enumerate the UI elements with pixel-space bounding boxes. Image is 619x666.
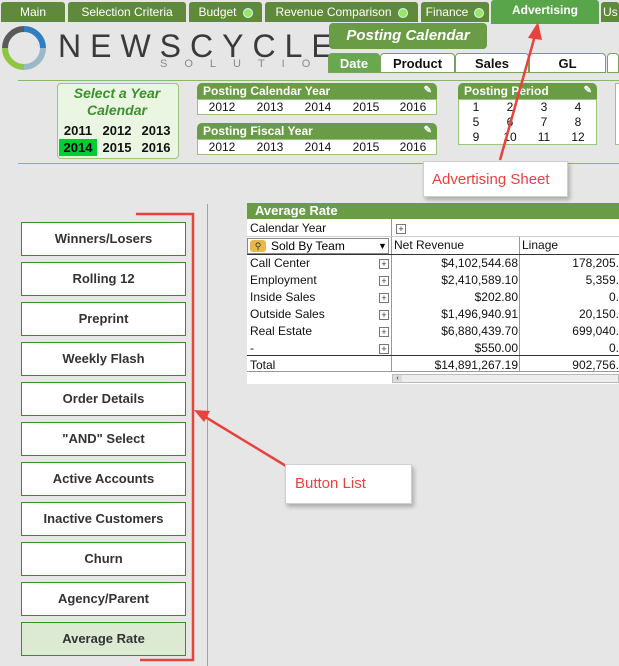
year-option[interactable]: 2015	[98, 139, 136, 156]
net-revenue-value: $4,102,544.68	[441, 256, 518, 270]
period-option[interactable]: 4	[561, 100, 595, 115]
listbox-title: Posting Calendar Year	[203, 84, 331, 98]
tab-label: Budget	[198, 5, 237, 19]
row-dimension-label: Sold By Team	[271, 239, 345, 253]
team-name: -	[250, 341, 254, 355]
net-revenue-value: $550.00	[474, 341, 518, 355]
fiscal-year-option[interactable]: 2014	[294, 140, 342, 155]
calendar-year-option[interactable]: 2015	[342, 100, 390, 115]
tab-label: Revenue Comparison	[275, 5, 392, 19]
linage-value: 178,205.	[572, 256, 619, 270]
eraser-icon[interactable]: ✎	[424, 123, 432, 139]
calendar-year-option[interactable]: 2014	[294, 100, 342, 115]
tab-budget[interactable]: Budget	[189, 2, 262, 22]
status-dot-icon	[474, 7, 485, 18]
listbox-title: Posting Fiscal Year	[203, 124, 313, 138]
subtab-label: Product	[392, 56, 443, 71]
newscycle-logo-icon	[2, 26, 46, 70]
tab-label: Advertising	[511, 3, 578, 17]
annotation-arrow-icon	[498, 22, 542, 161]
period-option[interactable]: 12	[561, 130, 595, 145]
posting-fiscal-year-listbox: 2012 2013 2014 2015 2016	[197, 139, 437, 155]
expand-plus-icon[interactable]: +	[379, 310, 389, 320]
calendar-year-option[interactable]: 2016	[390, 100, 436, 115]
total-net-revenue: $14,891,267.19	[434, 358, 518, 372]
tab-label: Selection Criteria	[81, 5, 173, 19]
listbox-edge	[615, 83, 619, 145]
posting-fiscal-year-header: Posting Fiscal Year ✎	[197, 123, 437, 139]
annotation-button-list: Button List	[285, 464, 412, 504]
sheet-title: Posting Calendar	[329, 23, 487, 49]
net-revenue-value: $2,410,589.10	[441, 273, 518, 287]
year-option[interactable]: 2013	[137, 122, 175, 139]
expand-plus-icon[interactable]: +	[379, 327, 389, 337]
search-icon[interactable]: ⚲	[250, 240, 266, 252]
calendar-year-option[interactable]: 2013	[246, 100, 294, 115]
period-option[interactable]: 1	[459, 100, 493, 115]
expand-plus-icon[interactable]: +	[379, 293, 389, 303]
eraser-icon[interactable]: ✎	[424, 83, 432, 99]
year-option-selected[interactable]: 2014	[59, 139, 97, 156]
year-option[interactable]: 2011	[59, 122, 97, 139]
net-revenue-value: $202.80	[474, 290, 518, 304]
tab-revenue-comparison[interactable]: Revenue Comparison	[265, 2, 418, 22]
scroll-left-icon[interactable]: ‹	[393, 375, 402, 382]
expand-plus-icon[interactable]: +	[379, 344, 389, 354]
eraser-icon[interactable]: ✎	[584, 83, 592, 99]
subtab-label: Date	[339, 56, 369, 71]
tab-label: Finance	[425, 5, 469, 19]
tab-finance[interactable]: Finance	[421, 2, 489, 22]
total-label: Total	[250, 358, 276, 372]
team-name: Outside Sales	[250, 307, 325, 321]
linage-value: 20,150.	[578, 307, 619, 321]
subtab-date[interactable]: Date	[328, 53, 380, 73]
status-dot-icon	[242, 7, 253, 18]
subtab-label: GL	[558, 56, 577, 71]
row-dimension-dropdown[interactable]: ⚲ Sold By Team ▼	[247, 238, 389, 254]
column-header-linage[interactable]: Linage	[522, 237, 619, 254]
horizontal-scrollbar[interactable]: ‹	[392, 374, 619, 383]
fiscal-year-option[interactable]: 2015	[342, 140, 390, 155]
tab-main[interactable]: Main	[1, 2, 65, 22]
table-title: Average Rate	[247, 203, 619, 219]
year-select-title: Select a Year Calendar	[73, 85, 161, 118]
calendar-year-option[interactable]: 2012	[198, 100, 246, 115]
tab-selection-criteria[interactable]: Selection Criteria	[68, 2, 186, 22]
year-option[interactable]: 2012	[98, 122, 136, 139]
column-header-net-revenue[interactable]: Net Revenue	[394, 237, 519, 254]
tab-label: Main	[19, 5, 46, 19]
posting-calendar-year-header: Posting Calendar Year ✎	[197, 83, 437, 99]
linage-value: 0.	[608, 290, 619, 304]
team-name: Real Estate	[250, 324, 313, 338]
tab-label: Us	[603, 5, 618, 19]
subtab-more[interactable]	[607, 53, 619, 73]
fiscal-year-option[interactable]: 2013	[246, 140, 294, 155]
fiscal-year-option[interactable]: 2016	[390, 140, 436, 155]
subtab-product[interactable]: Product	[380, 53, 455, 73]
linage-value: 0.	[608, 341, 619, 355]
dropdown-arrow-icon[interactable]: ▼	[378, 238, 387, 254]
year-option[interactable]: 2016	[137, 139, 175, 156]
net-revenue-value: $6,880,439.70	[441, 324, 518, 338]
expand-plus-icon[interactable]: +	[379, 276, 389, 286]
linage-value: 5,359.	[585, 273, 619, 287]
status-dot-icon	[397, 7, 408, 18]
team-name: Employment	[250, 273, 317, 287]
team-name: Call Center	[250, 256, 311, 270]
column-dimension-label: Calendar Year	[250, 221, 327, 235]
expand-plus-icon[interactable]: +	[379, 259, 389, 269]
period-option[interactable]: 5	[459, 115, 493, 130]
total-linage: 902,756.	[572, 358, 619, 372]
posting-calendar-year-listbox: 2012 2013 2014 2015 2016	[197, 99, 437, 115]
net-revenue-value: $1,496,940.91	[441, 307, 518, 321]
linage-value: 699,040.	[572, 324, 619, 338]
period-option[interactable]: 9	[459, 130, 493, 145]
team-name: Inside Sales	[250, 290, 316, 304]
annotation-advertising-sheet: Advertising Sheet	[423, 161, 568, 197]
expand-plus-icon[interactable]: +	[396, 224, 406, 234]
period-option[interactable]: 8	[561, 115, 595, 130]
fiscal-year-option[interactable]: 2012	[198, 140, 246, 155]
tab-us[interactable]: Us	[601, 2, 619, 22]
